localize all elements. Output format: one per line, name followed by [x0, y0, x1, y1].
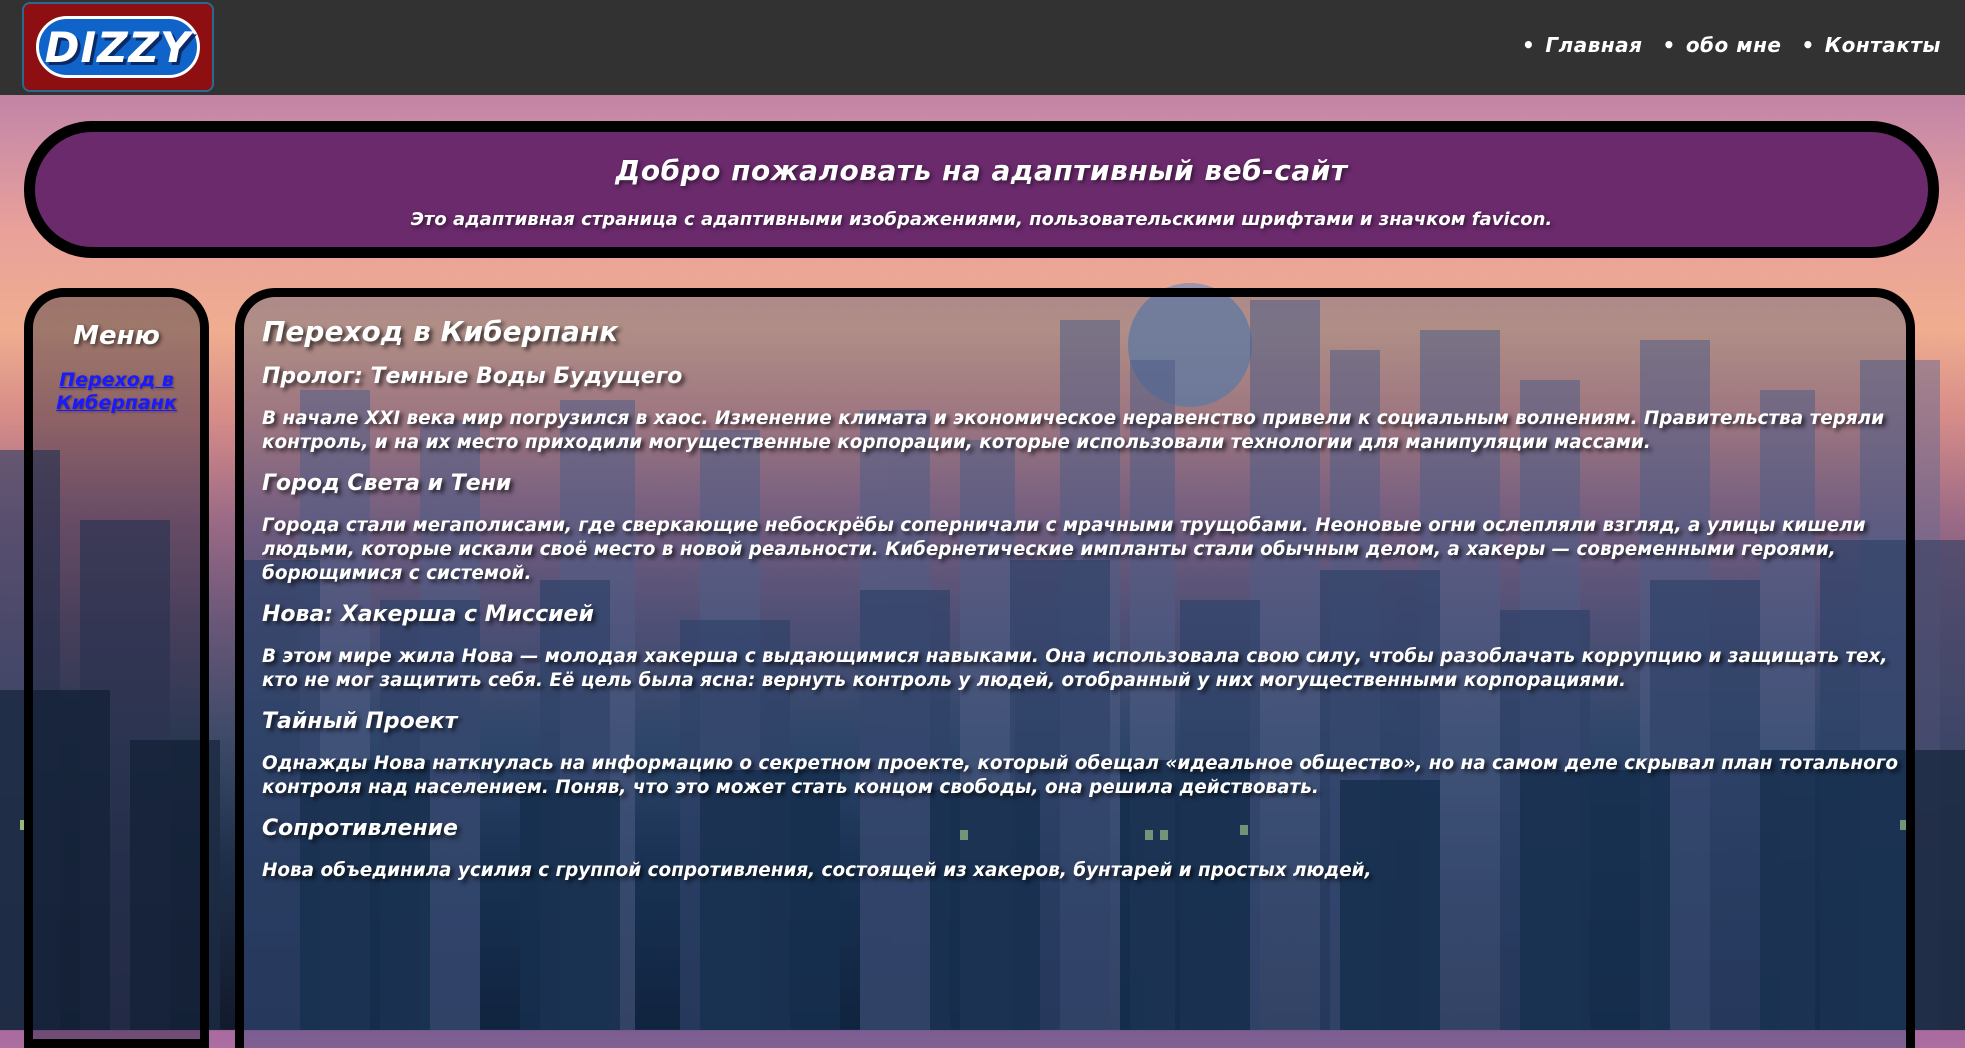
article-section: Тайный Проект Однажды Нова наткнулась на… — [262, 709, 1898, 800]
section-text: В начале XXI века мир погрузился в хаос.… — [262, 408, 1885, 453]
sidebar-menu: Меню Переход в Киберпанк — [24, 288, 209, 1048]
section-heading: Тайный Проект — [262, 709, 458, 734]
sidebar-link-cyberpunk[interactable]: Переход в Киберпанк — [39, 369, 194, 415]
section-heading: Город Света и Тени — [262, 471, 512, 496]
section-text: Города стали мегаполисами, где сверкающи… — [262, 515, 1866, 584]
sidebar-title: Меню — [73, 321, 160, 351]
section-text: В этом мире жила Нова — молодая хакерша … — [262, 646, 1888, 691]
logo-text: DIZZY — [44, 22, 192, 72]
article-section: Сопротивление Нова объединила усилия с г… — [262, 816, 1898, 883]
article-section: Нова: Хакерша с Миссией В этом мире жила… — [262, 602, 1898, 693]
logo-badge: DIZZY — [36, 16, 200, 78]
section-text: Нова объединила усилия с группой сопроти… — [262, 860, 1372, 881]
section-heading: Пролог: Темные Воды Будущего — [262, 364, 683, 389]
article-section: Город Света и Тени Города стали мегаполи… — [262, 471, 1898, 586]
welcome-banner: Добро пожаловать на адаптивный веб-сайт … — [24, 121, 1939, 258]
nav-link-contacts[interactable]: Контакты — [1801, 33, 1941, 57]
banner-title: Добро пожаловать на адаптивный веб-сайт — [615, 154, 1348, 187]
nav-link-about[interactable]: обо мне — [1663, 33, 1782, 57]
article-section: Пролог: Темные Воды Будущего В начале XX… — [262, 364, 1898, 455]
logo[interactable]: DIZZY — [22, 2, 214, 92]
article-panel: Переход в Киберпанк Пролог: Темные Воды … — [235, 288, 1915, 1048]
main-nav: Главная обо мне Контакты — [1522, 33, 1941, 57]
section-heading: Сопротивление — [262, 816, 458, 841]
banner-subtitle: Это адаптивная страница с адаптивными из… — [410, 209, 1553, 230]
top-navigation-bar: DIZZY Главная обо мне Контакты — [0, 0, 1965, 95]
nav-link-home[interactable]: Главная — [1522, 33, 1643, 57]
section-text: Однажды Нова наткнулась на информацию о … — [262, 753, 1898, 798]
section-heading: Нова: Хакерша с Миссией — [262, 602, 594, 627]
article-title: Переход в Киберпанк — [262, 315, 619, 348]
